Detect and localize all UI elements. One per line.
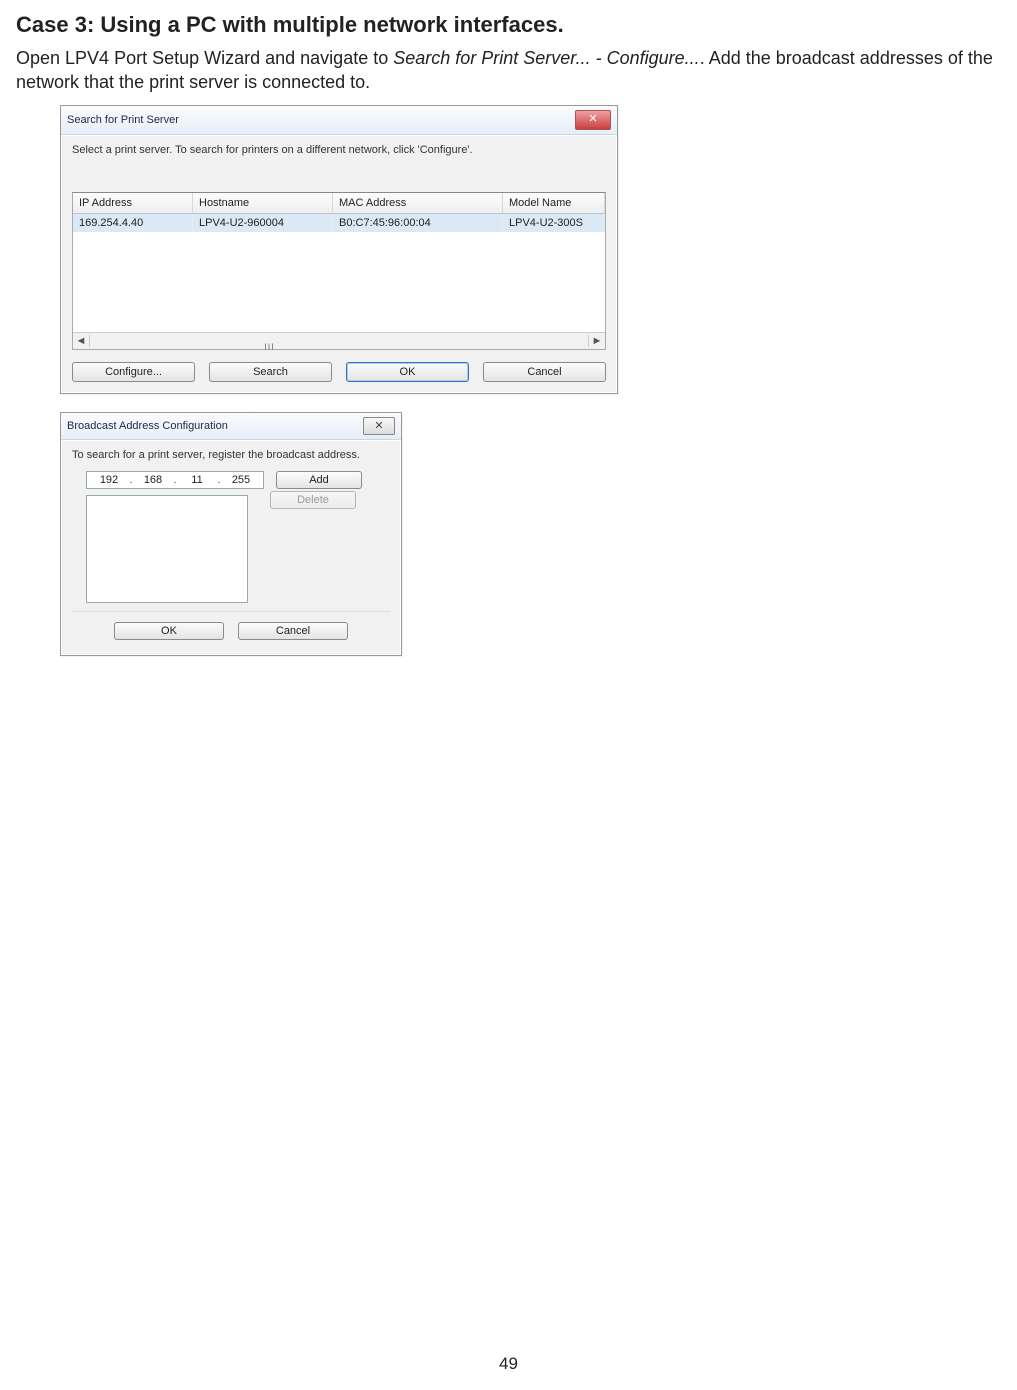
close-icon[interactable]: ✕ <box>575 110 611 130</box>
configure-button[interactable]: Configure... <box>72 362 195 382</box>
add-button[interactable]: Add <box>276 471 362 489</box>
delete-button: Delete <box>270 491 356 509</box>
dialog2-title: Broadcast Address Configuration <box>67 420 363 432</box>
blank-space <box>16 674 1001 1354</box>
ip-dot: . <box>128 474 134 486</box>
ip-octet-2[interactable]: 168 <box>139 474 167 486</box>
dialog2-instruction: To search for a print server, register t… <box>72 449 390 461</box>
cell-host: LPV4-U2-960004 <box>193 214 333 232</box>
address-listbox[interactable] <box>86 495 248 603</box>
dialog1-instruction: Select a print server. To search for pri… <box>72 144 606 156</box>
close-icon[interactable]: ✕ <box>363 417 395 435</box>
ip-dot: . <box>216 474 222 486</box>
section-body: Open LPV4 Port Setup Wizard and navigate… <box>16 46 1001 95</box>
scroll-right-icon[interactable]: ► <box>588 335 605 347</box>
ok-button[interactable]: OK <box>346 362 469 382</box>
dialog1-title: Search for Print Server <box>67 114 575 126</box>
body-prefix: Open LPV4 Port Setup Wizard and navigate… <box>16 48 393 68</box>
search-print-server-dialog: Search for Print Server ✕ Select a print… <box>60 105 618 394</box>
section-heading: Case 3: Using a PC with multiple network… <box>16 12 1001 38</box>
broadcast-ip-input[interactable]: 192. 168. 11. 255 <box>86 471 264 489</box>
cancel-button[interactable]: Cancel <box>238 622 348 640</box>
ip-octet-1[interactable]: 192 <box>95 474 123 486</box>
broadcast-config-dialog: Broadcast Address Configuration ✕ To sea… <box>60 412 402 656</box>
col-ip[interactable]: IP Address <box>73 193 193 213</box>
col-host[interactable]: Hostname <box>193 193 333 213</box>
table-row[interactable]: 169.254.4.40 LPV4-U2-960004 B0:C7:45:96:… <box>73 214 605 232</box>
table-header: IP Address Hostname MAC Address Model Na… <box>73 193 605 214</box>
dialog2-titlebar[interactable]: Broadcast Address Configuration ✕ <box>61 413 401 440</box>
cell-mac: B0:C7:45:96:00:04 <box>333 214 503 232</box>
ok-button[interactable]: OK <box>114 622 224 640</box>
cell-model: LPV4-U2-300S <box>503 214 605 232</box>
print-server-table[interactable]: IP Address Hostname MAC Address Model Na… <box>72 192 606 350</box>
cell-ip: 169.254.4.40 <box>73 214 193 232</box>
page-number: 49 <box>16 1354 1001 1374</box>
search-button[interactable]: Search <box>209 362 332 382</box>
scroll-left-icon[interactable]: ◄ <box>73 335 90 347</box>
ip-octet-3[interactable]: 11 <box>183 474 211 486</box>
dialog1-titlebar[interactable]: Search for Print Server ✕ <box>61 106 617 135</box>
col-mac[interactable]: MAC Address <box>333 193 503 213</box>
cancel-button[interactable]: Cancel <box>483 362 606 382</box>
ip-dot: . <box>172 474 178 486</box>
body-italic: Search for Print Server... - Configure..… <box>393 48 699 68</box>
ip-octet-4[interactable]: 255 <box>227 474 255 486</box>
scroll-grip[interactable]: III <box>264 342 275 352</box>
h-scrollbar[interactable]: ◄ III ► <box>73 332 605 349</box>
table-empty-area <box>73 232 605 332</box>
col-model[interactable]: Model Name <box>503 193 605 213</box>
